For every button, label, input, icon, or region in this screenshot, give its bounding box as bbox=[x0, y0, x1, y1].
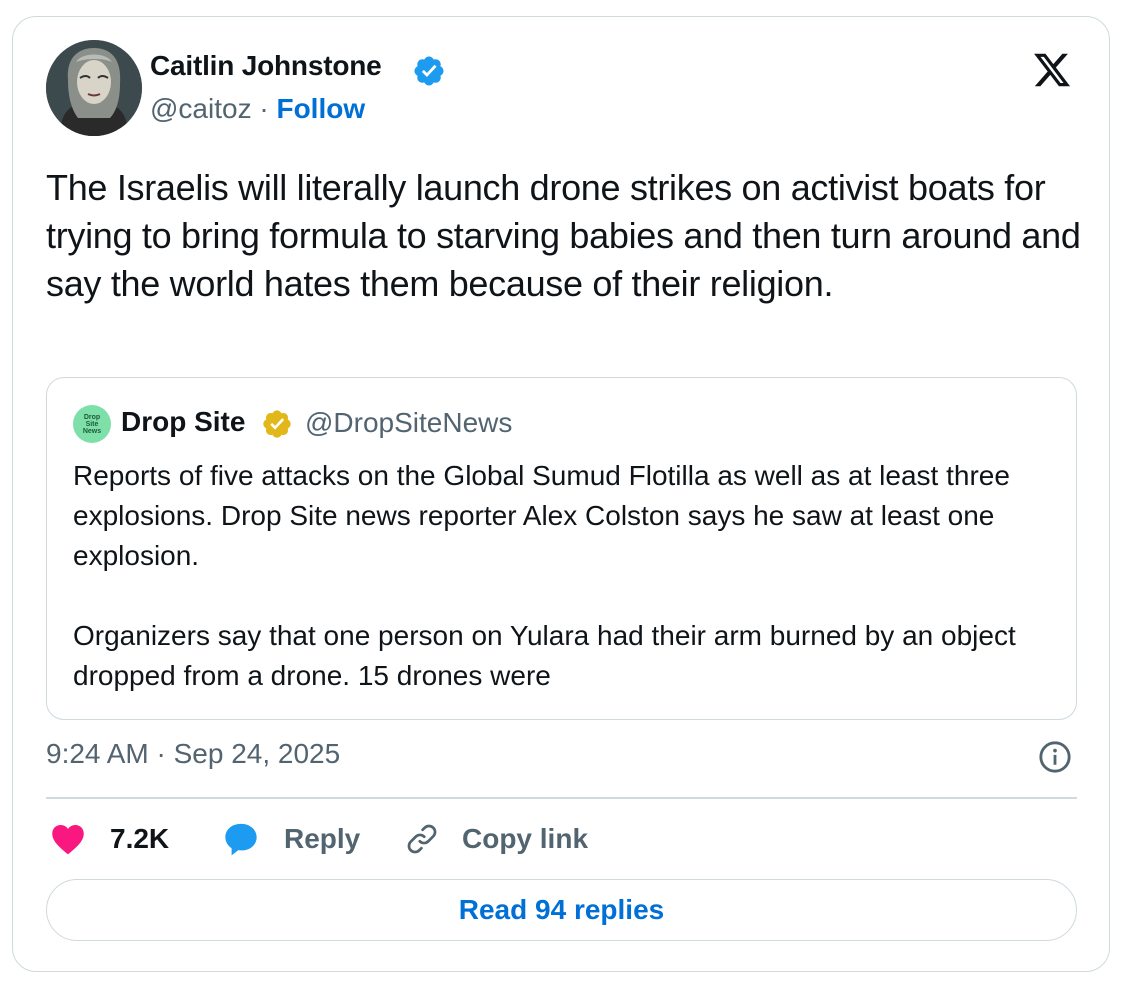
tweet-text: The Israelis will literally launch drone… bbox=[46, 167, 1081, 304]
quote-avatar-logo-text: Drop Site News bbox=[82, 413, 102, 435]
author-handle-row: @caitoz · Follow bbox=[150, 93, 365, 125]
read-replies-button[interactable]: Read 94 replies bbox=[46, 879, 1077, 941]
avatar-portrait-image bbox=[46, 40, 142, 136]
quote-text: Reports of five attacks on the Global Su… bbox=[73, 456, 1063, 696]
tweet-timestamp[interactable]: 9:24 AM · Sep 24, 2025 bbox=[46, 738, 340, 770]
author-handle[interactable]: @caitoz bbox=[150, 93, 252, 124]
quote-author-handle[interactable]: @DropSiteNews bbox=[305, 407, 512, 439]
heart-icon bbox=[52, 825, 84, 855]
quote-author-name[interactable]: Drop Site bbox=[121, 406, 245, 438]
reply-button[interactable]: Reply bbox=[222, 818, 360, 860]
link-icon bbox=[407, 824, 437, 854]
reply-bubble-icon bbox=[225, 823, 257, 856]
like-count: 7.2K bbox=[110, 823, 170, 854]
reply-label: Reply bbox=[284, 823, 361, 854]
quote-author-avatar[interactable]: Drop Site News bbox=[73, 405, 111, 443]
author-avatar[interactable] bbox=[46, 40, 142, 136]
info-icon[interactable] bbox=[1038, 740, 1072, 774]
divider bbox=[46, 797, 1077, 799]
like-button[interactable]: 7.2K bbox=[50, 818, 169, 860]
quote-paragraph: Organizers say that one person on Yulara… bbox=[73, 620, 1016, 691]
quoted-tweet[interactable]: Drop Site News Drop Site @DropSiteNews Rep… bbox=[46, 377, 1077, 720]
x-logo-icon[interactable] bbox=[1029, 50, 1075, 90]
verified-badge-icon bbox=[414, 56, 444, 86]
copy-link-button[interactable]: Copy link bbox=[404, 818, 588, 860]
gold-verified-badge-icon bbox=[263, 410, 291, 438]
follow-link[interactable]: Follow bbox=[276, 93, 365, 124]
author-name[interactable]: Caitlin Johnstone bbox=[150, 50, 382, 82]
copy-link-label: Copy link bbox=[462, 823, 589, 854]
separator-dot: · bbox=[259, 93, 269, 124]
quote-paragraph: Reports of five attacks on the Global Su… bbox=[73, 460, 1010, 571]
